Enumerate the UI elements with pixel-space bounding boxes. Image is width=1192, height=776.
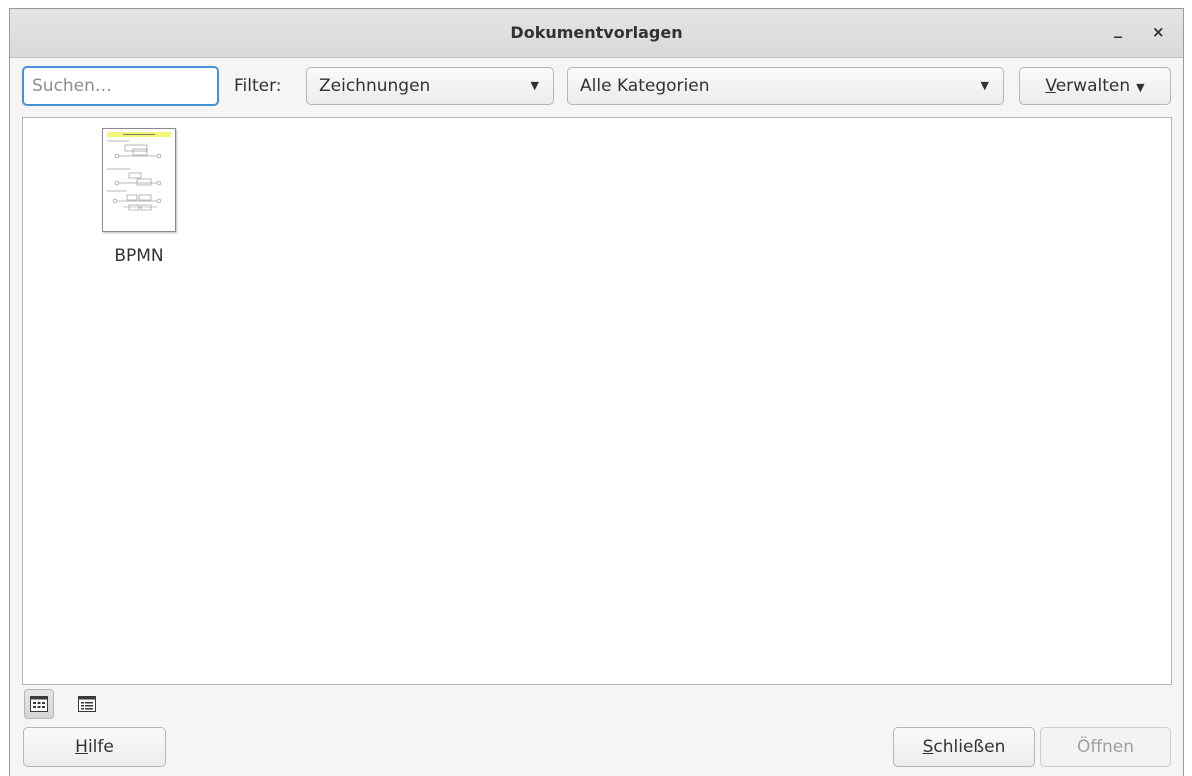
close-button[interactable]: Schließen [893,727,1035,767]
close-mnemonic: S [922,737,934,757]
help-mnemonic: H [75,737,88,757]
close-label: chließen [933,737,1006,757]
thumbnail-view-button[interactable] [24,689,54,719]
minimize-button[interactable]: _ [1114,19,1122,38]
chevron-down-icon: ▼ [980,79,989,92]
close-window-button[interactable]: × [1152,23,1165,41]
manage-label: erwalten [1055,76,1131,96]
manage-mnemonic: V [1045,76,1056,96]
templates-dialog: Dokumentvorlagen _ × Filter: Zeichnungen… [9,8,1184,776]
template-view[interactable]: BPMN [22,117,1172,685]
category-dropdown-value: Alle Kategorien [580,76,710,96]
list-view-button[interactable] [72,689,102,719]
filter-label: Filter: [234,76,282,96]
dialog-title: Dokumentvorlagen [510,23,683,42]
thumbnail-view-icon [30,696,48,712]
list-view-icon [78,696,96,712]
drawing-thumbnail-icon [102,128,176,232]
chevron-down-icon: ▼ [1136,81,1145,94]
open-button[interactable]: Öffnen [1040,727,1171,767]
help-button[interactable]: Hilfe [23,727,166,767]
help-label: ilfe [87,737,114,757]
filter-dropdown-value: Zeichnungen [319,76,431,96]
template-item[interactable]: BPMN [83,128,195,266]
manage-button[interactable]: Verwalten ▼ [1019,67,1171,105]
template-name: BPMN [114,246,164,266]
open-label: Öffnen [1076,737,1135,757]
title-bar[interactable]: Dokumentvorlagen _ × [10,9,1183,58]
category-dropdown[interactable]: Alle Kategorien ▼ [567,67,1004,105]
chevron-down-icon: ▼ [530,79,539,92]
filter-dropdown[interactable]: Zeichnungen ▼ [306,67,554,105]
search-input[interactable] [22,66,219,106]
